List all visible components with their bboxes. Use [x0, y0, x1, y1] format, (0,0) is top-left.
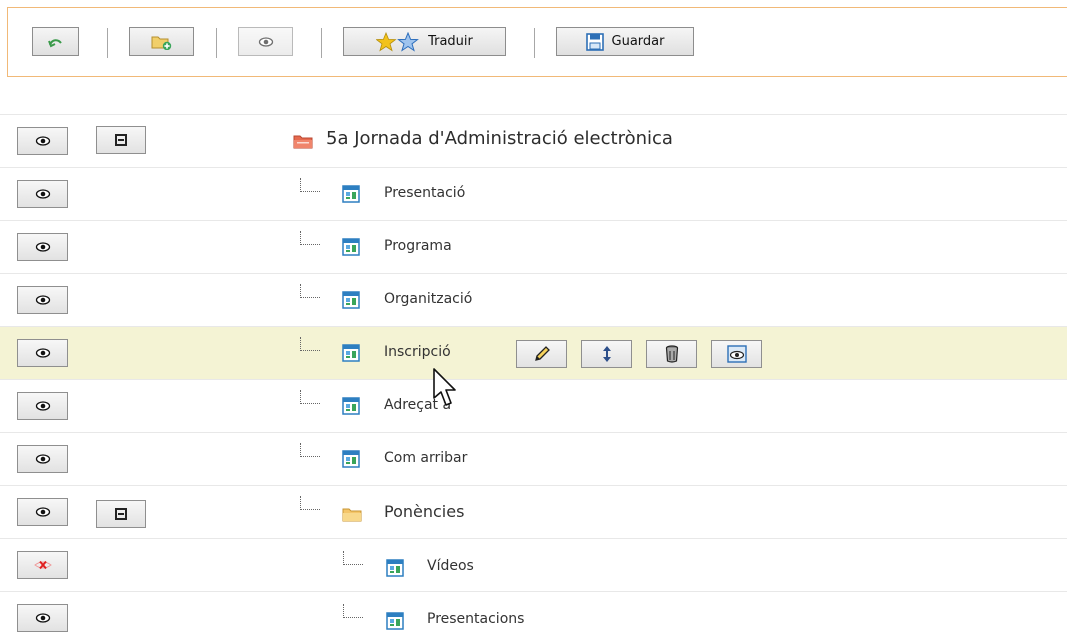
visibility-button[interactable]	[17, 286, 68, 314]
tree-row[interactable]: Com arribar	[0, 432, 1067, 485]
page-icon	[386, 612, 404, 630]
page-icon	[386, 559, 404, 577]
tree-row[interactable]: Presentacions	[0, 591, 1067, 644]
toolbar-separator	[216, 28, 217, 58]
toolbar: Traduir Guardar	[7, 7, 1067, 77]
stars-icon	[376, 31, 420, 52]
tree-item-label[interactable]: Presentació	[384, 185, 465, 201]
translate-label: Traduir	[428, 34, 473, 49]
collapse-button[interactable]	[96, 500, 146, 528]
eye-icon	[258, 34, 274, 50]
tree-connector	[300, 178, 320, 192]
tree-row-root[interactable]: 5a Jornada d'Administració electrònica	[0, 114, 1067, 167]
tree-connector	[300, 284, 320, 298]
save-label: Guardar	[611, 34, 665, 49]
tree-item-label[interactable]: Presentacions	[427, 611, 524, 627]
collapse-button[interactable]	[96, 126, 146, 154]
page-icon	[342, 450, 360, 468]
save-button[interactable]: Guardar	[556, 27, 694, 56]
page-icon	[342, 397, 360, 415]
toolbar-separator	[534, 28, 535, 58]
tree-row-selected[interactable]: Inscripció	[0, 326, 1067, 379]
new-folder-icon	[151, 36, 171, 50]
tree-item-label[interactable]: Com arribar	[384, 450, 467, 466]
hidden-x-icon	[33, 560, 52, 570]
tree-row[interactable]: Adreçat a	[0, 379, 1067, 432]
root-folder-icon	[293, 132, 313, 150]
minus-icon	[115, 134, 127, 146]
floppy-disk-icon	[585, 32, 604, 51]
page-icon	[342, 344, 360, 362]
pencil-icon	[534, 346, 550, 361]
minus-icon	[115, 508, 127, 520]
tree-row[interactable]: Vídeos	[0, 538, 1067, 591]
eye-icon	[35, 504, 51, 520]
tree-row[interactable]: Organització	[0, 273, 1067, 326]
tree-item-label[interactable]: Ponències	[384, 502, 464, 521]
edit-button[interactable]	[516, 340, 567, 368]
trash-icon	[665, 345, 678, 363]
tree-item-label[interactable]: Programa	[384, 238, 452, 254]
tree-row[interactable]: Programa	[0, 220, 1067, 273]
tree-row-folder[interactable]: Ponències	[0, 485, 1067, 538]
mouse-cursor-icon	[433, 368, 456, 406]
page-icon	[342, 291, 360, 309]
tree-item-label[interactable]: Organització	[384, 291, 472, 307]
view-button[interactable]	[711, 340, 762, 368]
preview-icon	[726, 345, 747, 363]
new-folder-button[interactable]	[129, 27, 194, 56]
eye-icon	[35, 345, 51, 361]
eye-icon	[35, 610, 51, 626]
eye-icon	[35, 292, 51, 308]
eye-icon	[35, 133, 51, 149]
toolbar-separator	[107, 28, 108, 58]
tree-connector	[300, 337, 320, 351]
visibility-button[interactable]	[17, 233, 68, 261]
delete-button[interactable]	[646, 340, 697, 368]
back-arrow-icon	[47, 38, 62, 47]
back-button[interactable]	[32, 27, 79, 56]
tree-root-label[interactable]: 5a Jornada d'Administració electrònica	[326, 128, 673, 149]
move-button[interactable]	[581, 340, 632, 368]
visibility-button[interactable]	[17, 339, 68, 367]
tree-connector	[300, 231, 320, 245]
visibility-button[interactable]	[17, 392, 68, 420]
eye-icon	[35, 186, 51, 202]
preview-button[interactable]	[238, 27, 293, 56]
toolbar-separator	[321, 28, 322, 58]
visibility-button[interactable]	[17, 127, 68, 155]
page-icon	[342, 185, 360, 203]
tree-connector	[343, 604, 363, 618]
visibility-button[interactable]	[17, 498, 68, 526]
eye-icon	[35, 239, 51, 255]
tree-connector	[300, 390, 320, 404]
eye-icon	[35, 398, 51, 414]
tree-connector	[300, 443, 320, 457]
visibility-button-hidden[interactable]	[17, 551, 68, 579]
visibility-button[interactable]	[17, 180, 68, 208]
folder-icon	[342, 505, 362, 523]
move-updown-icon	[602, 346, 611, 362]
visibility-button[interactable]	[17, 604, 68, 632]
tree-row[interactable]: Presentació	[0, 167, 1067, 220]
translate-button[interactable]: Traduir	[343, 27, 506, 56]
tree-connector	[300, 496, 320, 510]
visibility-button[interactable]	[17, 445, 68, 473]
tree-item-label[interactable]: Vídeos	[427, 558, 474, 574]
tree-item-label[interactable]: Inscripció	[384, 344, 451, 360]
page-icon	[342, 238, 360, 256]
eye-icon	[35, 451, 51, 467]
tree-connector	[343, 551, 363, 565]
